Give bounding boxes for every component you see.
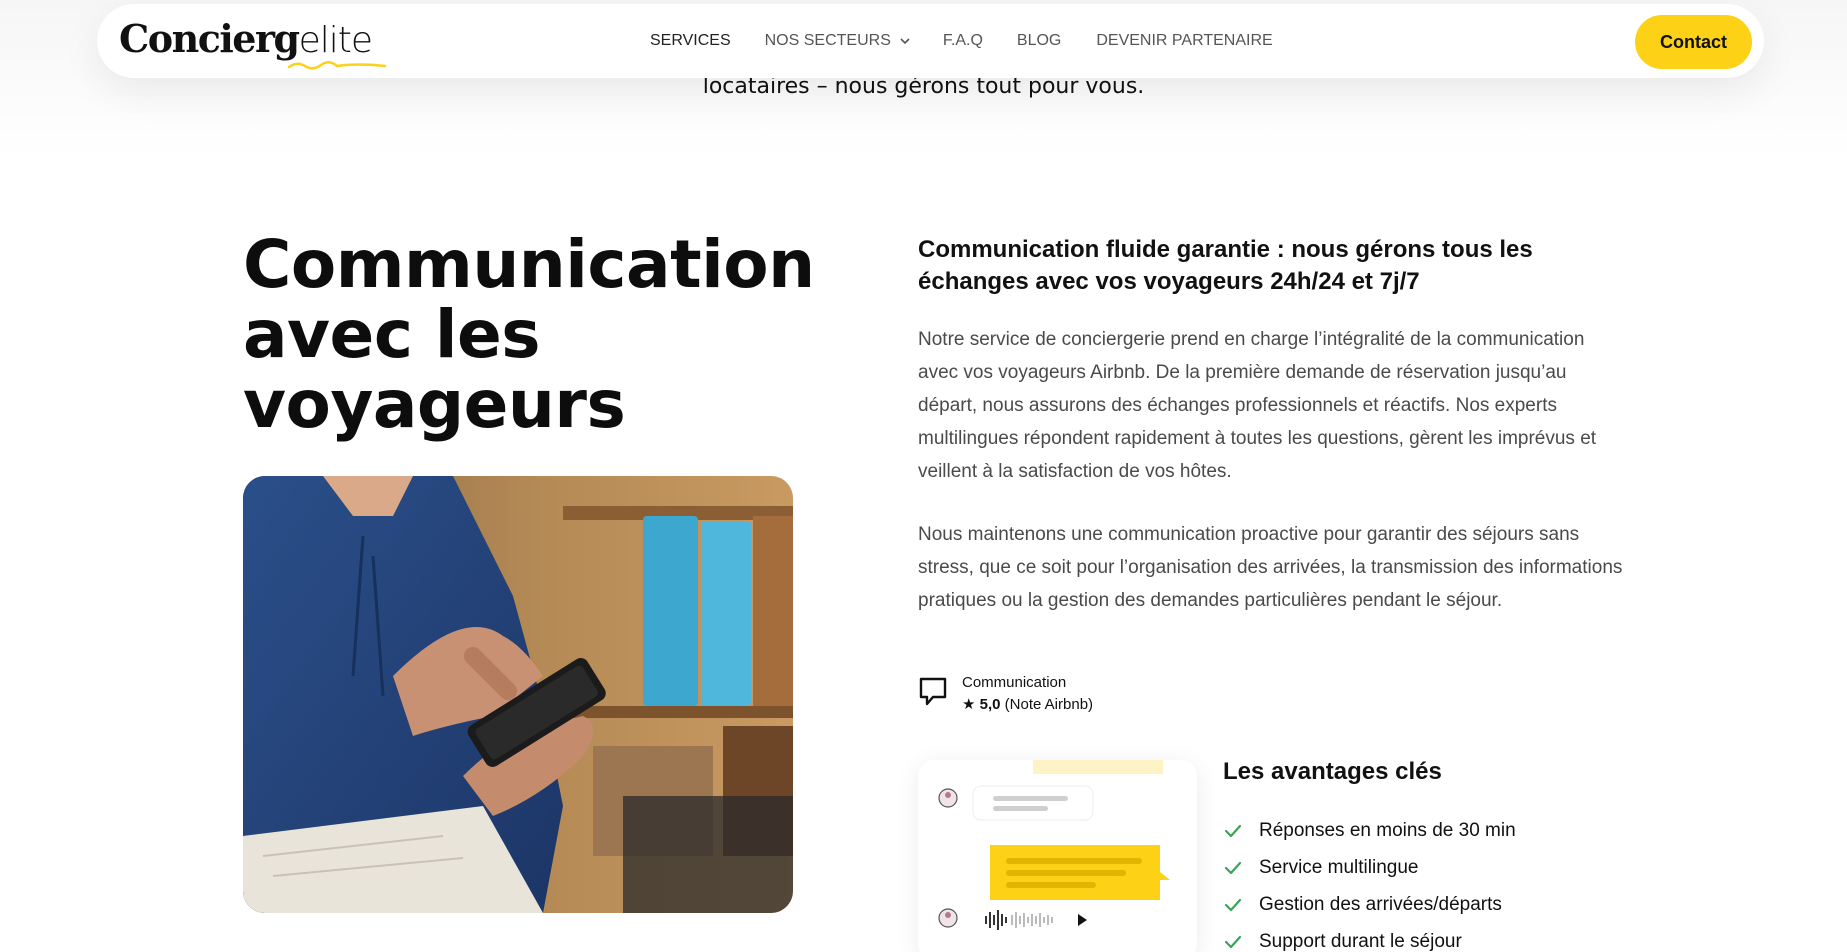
chevron-down-icon	[900, 38, 910, 45]
chat-mockup-graphic	[938, 760, 1170, 930]
logo-sub-text: elite	[298, 20, 373, 61]
chat-bubble-icon	[919, 677, 947, 706]
logo-main-text: Concierg	[119, 16, 300, 61]
advantage-item: Support durant le séjour	[1223, 923, 1516, 952]
rating-note: (Note Airbnb)	[1004, 696, 1094, 713]
nav-nos-secteurs[interactable]: NOS SECTEURS	[765, 32, 911, 50]
advantage-label: Réponses en moins de 30 min	[1259, 819, 1516, 841]
advantage-label: Support durant le séjour	[1259, 930, 1462, 952]
advantage-item: Gestion des arrivées/départs	[1223, 886, 1516, 923]
contact-button[interactable]: Contact	[1635, 15, 1752, 69]
rating-value-line: ★ 5,0 (Note Airbnb)	[962, 694, 1093, 716]
man-using-phone-photo	[243, 476, 793, 913]
check-icon	[1224, 824, 1242, 837]
nav-faq-label: F.A.Q	[942, 32, 983, 49]
check-icon	[1224, 898, 1242, 911]
rating-score: 5,0	[979, 696, 1001, 713]
section-title: Communication avec les voyageurs	[243, 226, 815, 443]
check-icon	[1224, 935, 1242, 948]
chat-mockup-illustration	[918, 760, 1197, 952]
logo-swoosh-icon	[287, 61, 387, 70]
rating-label: Communication	[962, 674, 1067, 691]
audio-waveform-icon	[985, 910, 1007, 930]
advantage-label: Service multilingue	[1259, 856, 1419, 878]
site-header: Concierg elite SERVICES NOS SECTEURS F.A…	[97, 4, 1764, 78]
nav-services[interactable]: SERVICES	[650, 32, 731, 50]
check-icon	[1224, 861, 1242, 874]
description-paragraph-1: Notre service de conciergerie prend en c…	[918, 329, 1597, 482]
main-nav: SERVICES NOS SECTEURS F.A.Q BLOG DEVENIR…	[650, 4, 1273, 78]
nav-services-label: SERVICES	[650, 32, 731, 49]
description-paragraph-2: Nous maintenons une communication proact…	[918, 524, 1623, 611]
section-subheading: Communication fluide garantie : nous gér…	[918, 236, 1533, 295]
nav-nos-secteurs-label: NOS SECTEURS	[764, 32, 891, 49]
nav-devenir-partenaire[interactable]: DEVENIR PARTENAIRE	[1096, 32, 1272, 50]
nav-faq[interactable]: F.A.Q	[943, 32, 983, 50]
nav-blog-label: BLOG	[1016, 32, 1062, 49]
advantages-title: Les avantages clés	[1223, 758, 1442, 785]
nav-blog[interactable]: BLOG	[1017, 32, 1061, 50]
advantage-item: Service multilingue	[1223, 849, 1516, 886]
communication-rating: Communication ★ 5,0 (Note Airbnb)	[918, 672, 1093, 716]
rating-text: Communication ★ 5,0 (Note Airbnb)	[962, 672, 1093, 716]
nav-devenir-partenaire-label: DEVENIR PARTENAIRE	[1096, 32, 1273, 49]
advantage-item: Réponses en moins de 30 min	[1223, 812, 1516, 849]
advantages-list: Réponses en moins de 30 min Service mult…	[1223, 812, 1516, 952]
advantage-label: Gestion des arrivées/départs	[1259, 893, 1502, 915]
star-icon: ★	[962, 696, 976, 713]
photo-illustration	[243, 476, 793, 913]
logo[interactable]: Concierg elite	[119, 16, 387, 70]
